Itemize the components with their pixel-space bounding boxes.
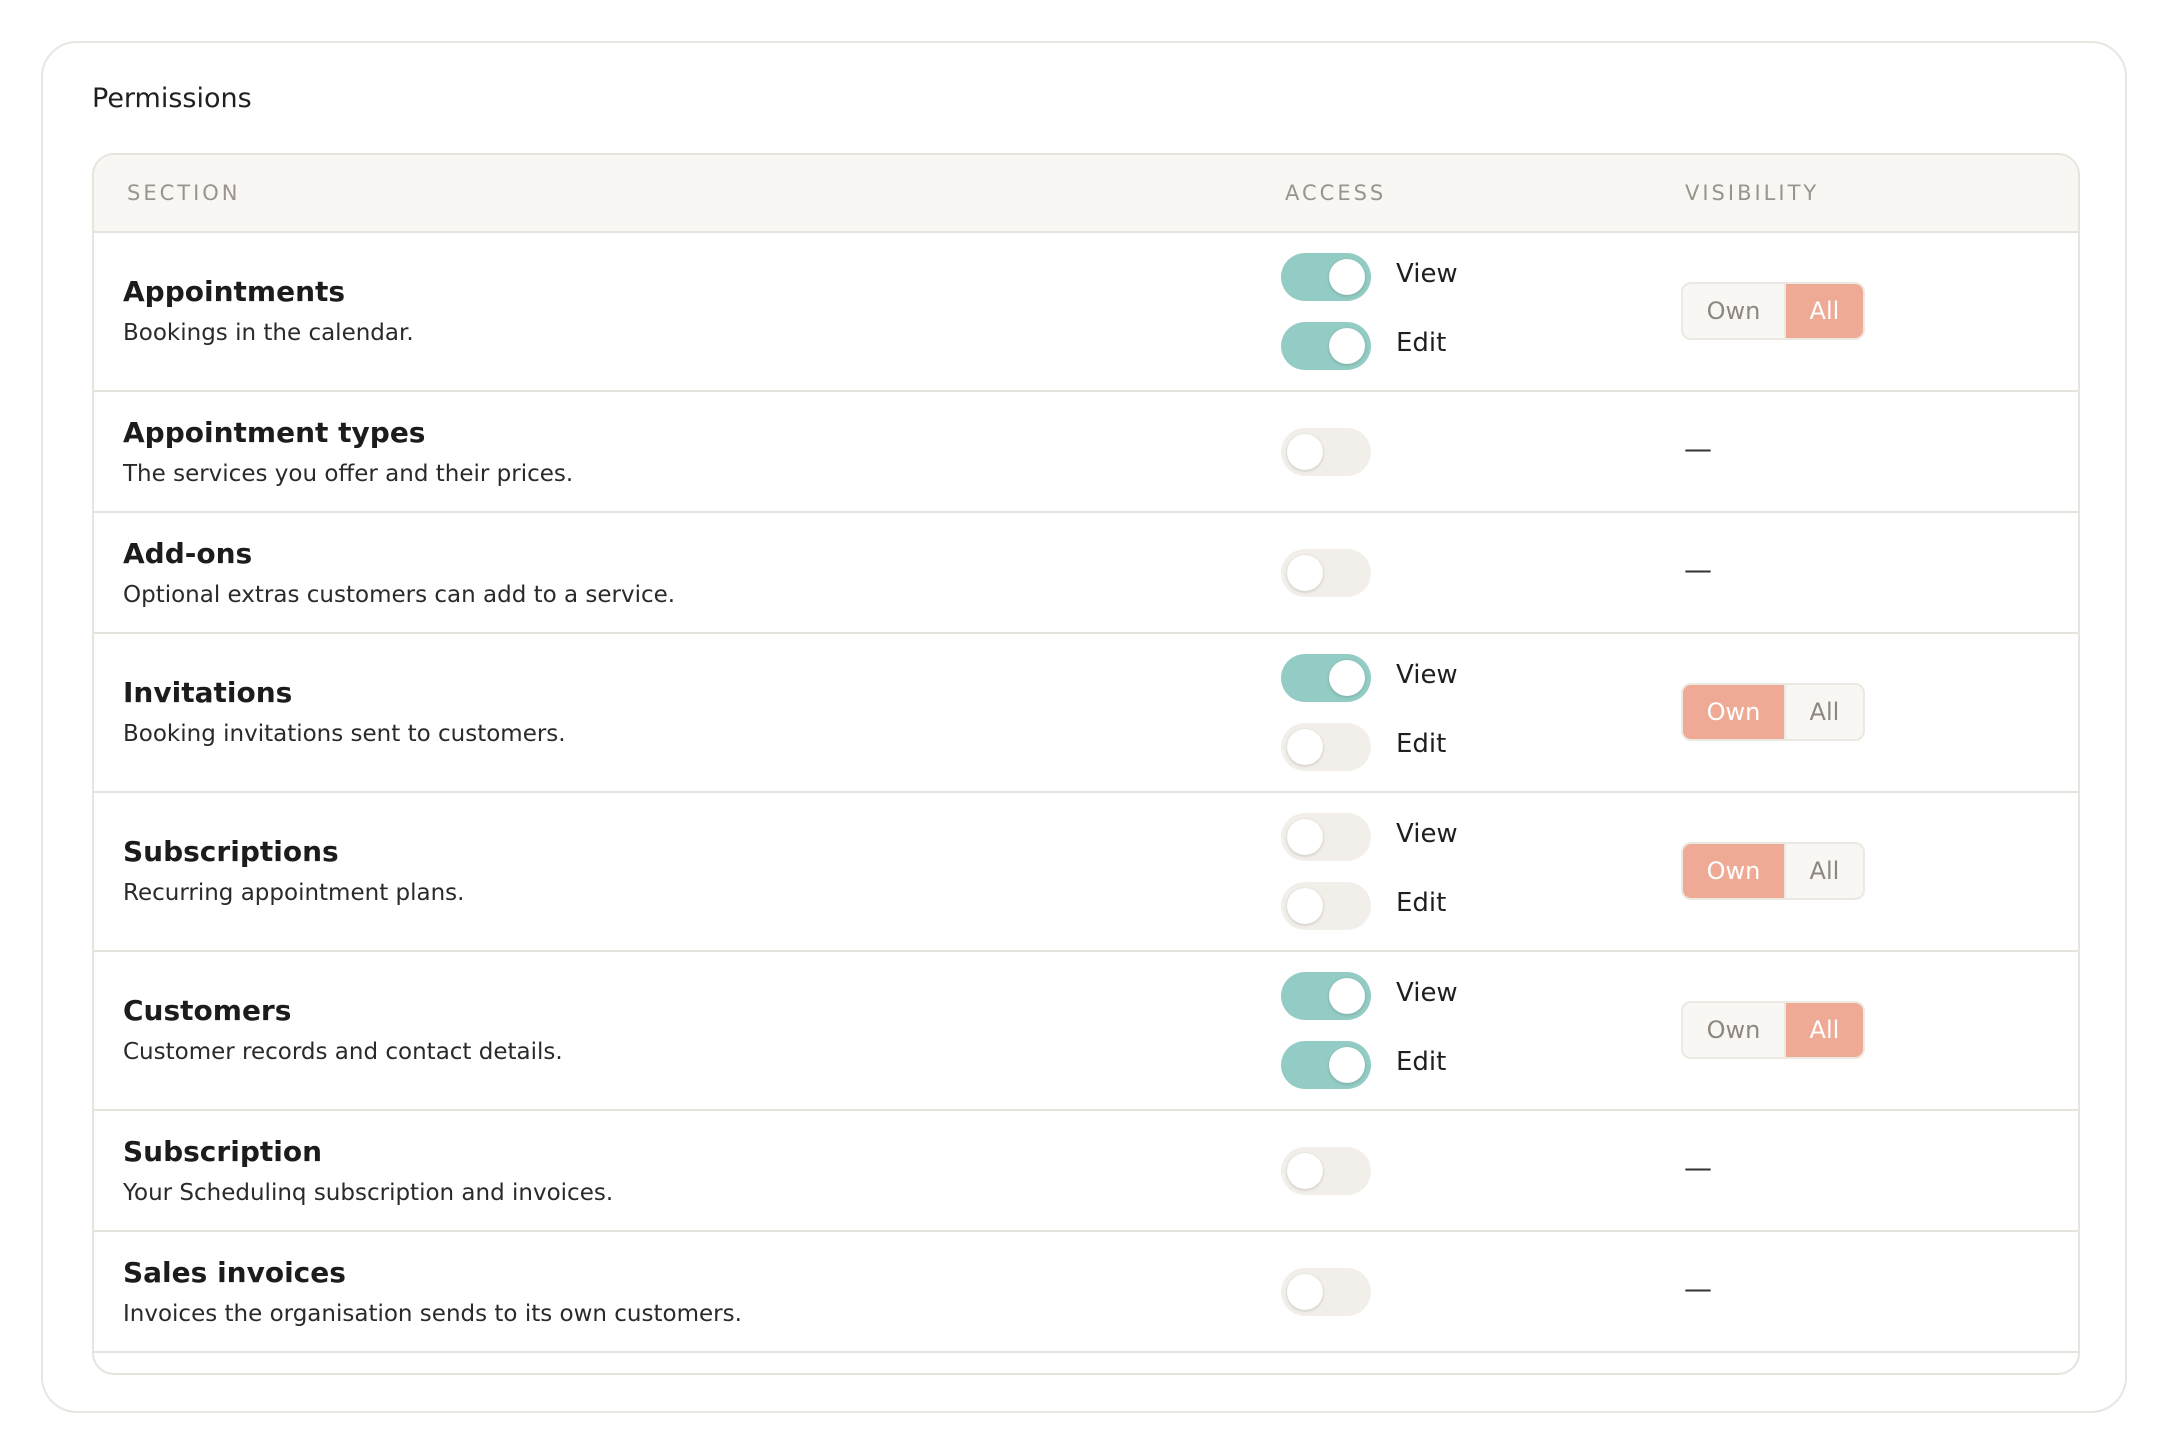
visibility-all-button[interactable]: All [1786, 844, 1863, 898]
visibility-placeholder: — [1684, 1151, 1712, 1184]
view-toggle[interactable] [1281, 972, 1371, 1020]
view-label: View [1396, 259, 1458, 289]
toggle-knob [1329, 328, 1365, 364]
toggle-knob [1329, 660, 1365, 696]
permissions-table: SECTION ACCESS VISIBILITY Appointments B… [92, 153, 2080, 1375]
toggle-knob [1329, 978, 1365, 1014]
access-toggle[interactable] [1281, 428, 1371, 476]
toggle-knob [1287, 555, 1323, 591]
header-section: SECTION [127, 181, 241, 205]
table-header: SECTION ACCESS VISIBILITY [94, 155, 2078, 233]
header-visibility: VISIBILITY [1685, 181, 1820, 205]
toggle-knob [1329, 259, 1365, 295]
table-row: Customers Customer records and contact d… [94, 952, 2078, 1111]
toggle-knob [1287, 888, 1323, 924]
visibility-all-button[interactable]: All [1786, 685, 1863, 739]
toggle-knob [1287, 819, 1323, 855]
view-toggle[interactable] [1281, 253, 1371, 301]
row-description: Customer records and contact details. [123, 1039, 563, 1065]
edit-toggle[interactable] [1281, 1041, 1371, 1089]
visibility-placeholder: — [1684, 1272, 1712, 1305]
toggle-knob [1287, 1274, 1323, 1310]
toggle-knob [1287, 729, 1323, 765]
visibility-all-button[interactable]: All [1785, 1003, 1863, 1057]
permissions-card: Permissions SECTION ACCESS VISIBILITY Ap… [41, 41, 2127, 1413]
visibility-own-button[interactable]: Own [1683, 1003, 1786, 1057]
table-row: Invitations Booking invitations sent to … [94, 634, 2078, 793]
edit-label: Edit [1396, 1047, 1447, 1077]
row-description: Your Schedulinq subscription and invoice… [123, 1180, 614, 1206]
access-toggle[interactable] [1281, 1147, 1371, 1195]
row-description: Recurring appointment plans. [123, 880, 465, 906]
row-description: Booking invitations sent to customers. [123, 721, 566, 747]
edit-label: Edit [1396, 328, 1447, 358]
toggle-knob [1329, 1047, 1365, 1083]
visibility-own-button[interactable]: Own [1683, 284, 1786, 338]
visibility-segmented-control: Own All [1681, 683, 1865, 741]
table-row: Subscription Your Schedulinq subscriptio… [94, 1111, 2078, 1232]
visibility-all-button[interactable]: All [1785, 284, 1863, 338]
row-title: Customers [123, 994, 292, 1027]
edit-label: Edit [1396, 888, 1447, 918]
access-toggle[interactable] [1281, 1268, 1371, 1316]
row-title: Sales invoices [123, 1256, 346, 1289]
visibility-own-button[interactable]: Own [1683, 685, 1786, 739]
view-label: View [1396, 978, 1458, 1008]
visibility-own-button[interactable]: Own [1683, 844, 1786, 898]
table-row: Appointment types The services you offer… [94, 392, 2078, 513]
visibility-placeholder: — [1684, 432, 1712, 465]
edit-toggle[interactable] [1281, 882, 1371, 930]
visibility-placeholder: — [1684, 553, 1712, 586]
table-row: Appointments Bookings in the calendar. V… [94, 233, 2078, 392]
visibility-segmented-control: Own All [1681, 842, 1865, 900]
row-description: Invoices the organisation sends to its o… [123, 1301, 742, 1327]
row-title: Subscriptions [123, 835, 339, 868]
table-row: Add-ons Optional extras customers can ad… [94, 513, 2078, 634]
row-description: The services you offer and their prices. [123, 461, 574, 487]
toggle-knob [1287, 1153, 1323, 1189]
visibility-segmented-control: Own All [1681, 1001, 1865, 1059]
card-title: Permissions [92, 83, 252, 114]
table-row: Sales invoices Invoices the organisation… [94, 1232, 2078, 1353]
view-label: View [1396, 660, 1458, 690]
row-title: Add-ons [123, 537, 253, 570]
view-label: View [1396, 819, 1458, 849]
edit-toggle[interactable] [1281, 723, 1371, 771]
edit-label: Edit [1396, 729, 1447, 759]
row-title: Subscription [123, 1135, 323, 1168]
edit-toggle[interactable] [1281, 322, 1371, 370]
view-toggle[interactable] [1281, 654, 1371, 702]
toggle-knob [1287, 434, 1323, 470]
visibility-segmented-control: Own All [1681, 282, 1865, 340]
row-description: Optional extras customers can add to a s… [123, 582, 676, 608]
header-access: ACCESS [1285, 181, 1387, 205]
row-title: Appointment types [123, 416, 426, 449]
table-row: Subscriptions Recurring appointment plan… [94, 793, 2078, 952]
view-toggle[interactable] [1281, 813, 1371, 861]
row-title: Appointments [123, 275, 346, 308]
row-title: Invitations [123, 676, 293, 709]
row-description: Bookings in the calendar. [123, 320, 414, 346]
access-toggle[interactable] [1281, 549, 1371, 597]
